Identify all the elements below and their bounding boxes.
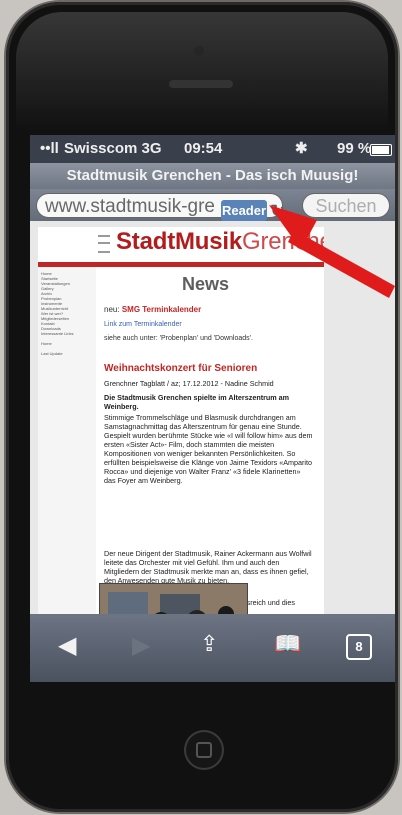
site-logo: StadtMusikGrenchen bbox=[88, 227, 324, 263]
tabs-icon[interactable]: 8 bbox=[346, 634, 372, 660]
forward-icon[interactable]: ▶ bbox=[132, 631, 150, 660]
battery-icon bbox=[370, 144, 392, 156]
main-content: News neu: SMG Terminkalender Link zum Te… bbox=[98, 267, 324, 614]
web-page: StadtMusikGrenchen Home Startseite Veran… bbox=[38, 227, 324, 614]
bluetooth-icon: ✱ bbox=[295, 140, 308, 157]
logo-main: StadtMusik bbox=[116, 228, 243, 255]
signal-icon: ••ll bbox=[40, 140, 59, 157]
reload-icon[interactable]: ↻ bbox=[270, 199, 285, 224]
news-heading: News bbox=[182, 274, 230, 294]
earpiece-speaker bbox=[169, 80, 233, 88]
concert-photo bbox=[99, 583, 248, 614]
search-field[interactable]: Suchen bbox=[302, 193, 390, 218]
page-title: Stadtmusik Grenchen - Das isch Muusig! bbox=[30, 163, 395, 189]
front-camera bbox=[194, 46, 204, 56]
browser-toolbar: www.stadtmusik-gre Reader ↻ Suchen bbox=[30, 189, 395, 221]
logo-lines-icon bbox=[98, 235, 110, 253]
see-also-text: siehe auch unter: 'Probenplan' und 'Down… bbox=[104, 335, 253, 342]
battery-percent: 99 % bbox=[337, 140, 372, 157]
safari-bottom-toolbar: ◀ ▶ ⇪ 📖 8 bbox=[30, 614, 395, 682]
sidebar-item: Last Update bbox=[41, 351, 63, 356]
article-lead: Die Stadtmusik Grenchen spielte im Alter… bbox=[104, 393, 290, 411]
home-button[interactable] bbox=[184, 730, 224, 770]
status-bar: ••ll Swisscom 3G 09:54 ✱ 99 % bbox=[30, 135, 395, 163]
site-sidebar: Home Startseite Veranstaltungen Gallery … bbox=[38, 267, 96, 614]
logo-suffix: Grenchen bbox=[242, 228, 324, 255]
share-icon[interactable]: ⇪ bbox=[200, 631, 218, 657]
bookmarks-icon[interactable]: 📖 bbox=[274, 631, 301, 657]
article-byline: Grenchner Tagblatt / az; 17.12.2012 - Na… bbox=[104, 379, 274, 388]
article-paragraph-1: Stimmige Trommelschläge und Blasmusik du… bbox=[104, 413, 313, 485]
glass-reflection bbox=[16, 12, 388, 132]
new-prefix: neu: bbox=[104, 305, 120, 314]
terminkalender-label: SMG Terminkalender bbox=[121, 305, 202, 314]
article-paragraph-2: Der neue Dirigent der Stadtmusik, Rainer… bbox=[104, 549, 312, 585]
article-headline: Weihnachtskonzert für Senioren bbox=[104, 363, 258, 374]
terminkalender-link[interactable]: Link zum Terminkalender bbox=[104, 321, 182, 328]
reader-button[interactable]: Reader bbox=[221, 200, 267, 221]
address-bar[interactable]: www.stadtmusik-gre Reader ↻ bbox=[36, 193, 285, 221]
carrier-label: Swisscom 3G bbox=[64, 140, 162, 157]
new-notice: neu: SMG Terminkalender bbox=[104, 305, 201, 314]
back-icon[interactable]: ◀ bbox=[58, 631, 76, 660]
clock: 09:54 bbox=[184, 140, 223, 157]
phone-screen: ••ll Swisscom 3G 09:54 ✱ 99 % Stadtmusik… bbox=[30, 135, 395, 682]
phone-frame: ••ll Swisscom 3G 09:54 ✱ 99 % Stadtmusik… bbox=[6, 2, 398, 812]
address-text: www.stadtmusik-gre bbox=[45, 196, 215, 217]
